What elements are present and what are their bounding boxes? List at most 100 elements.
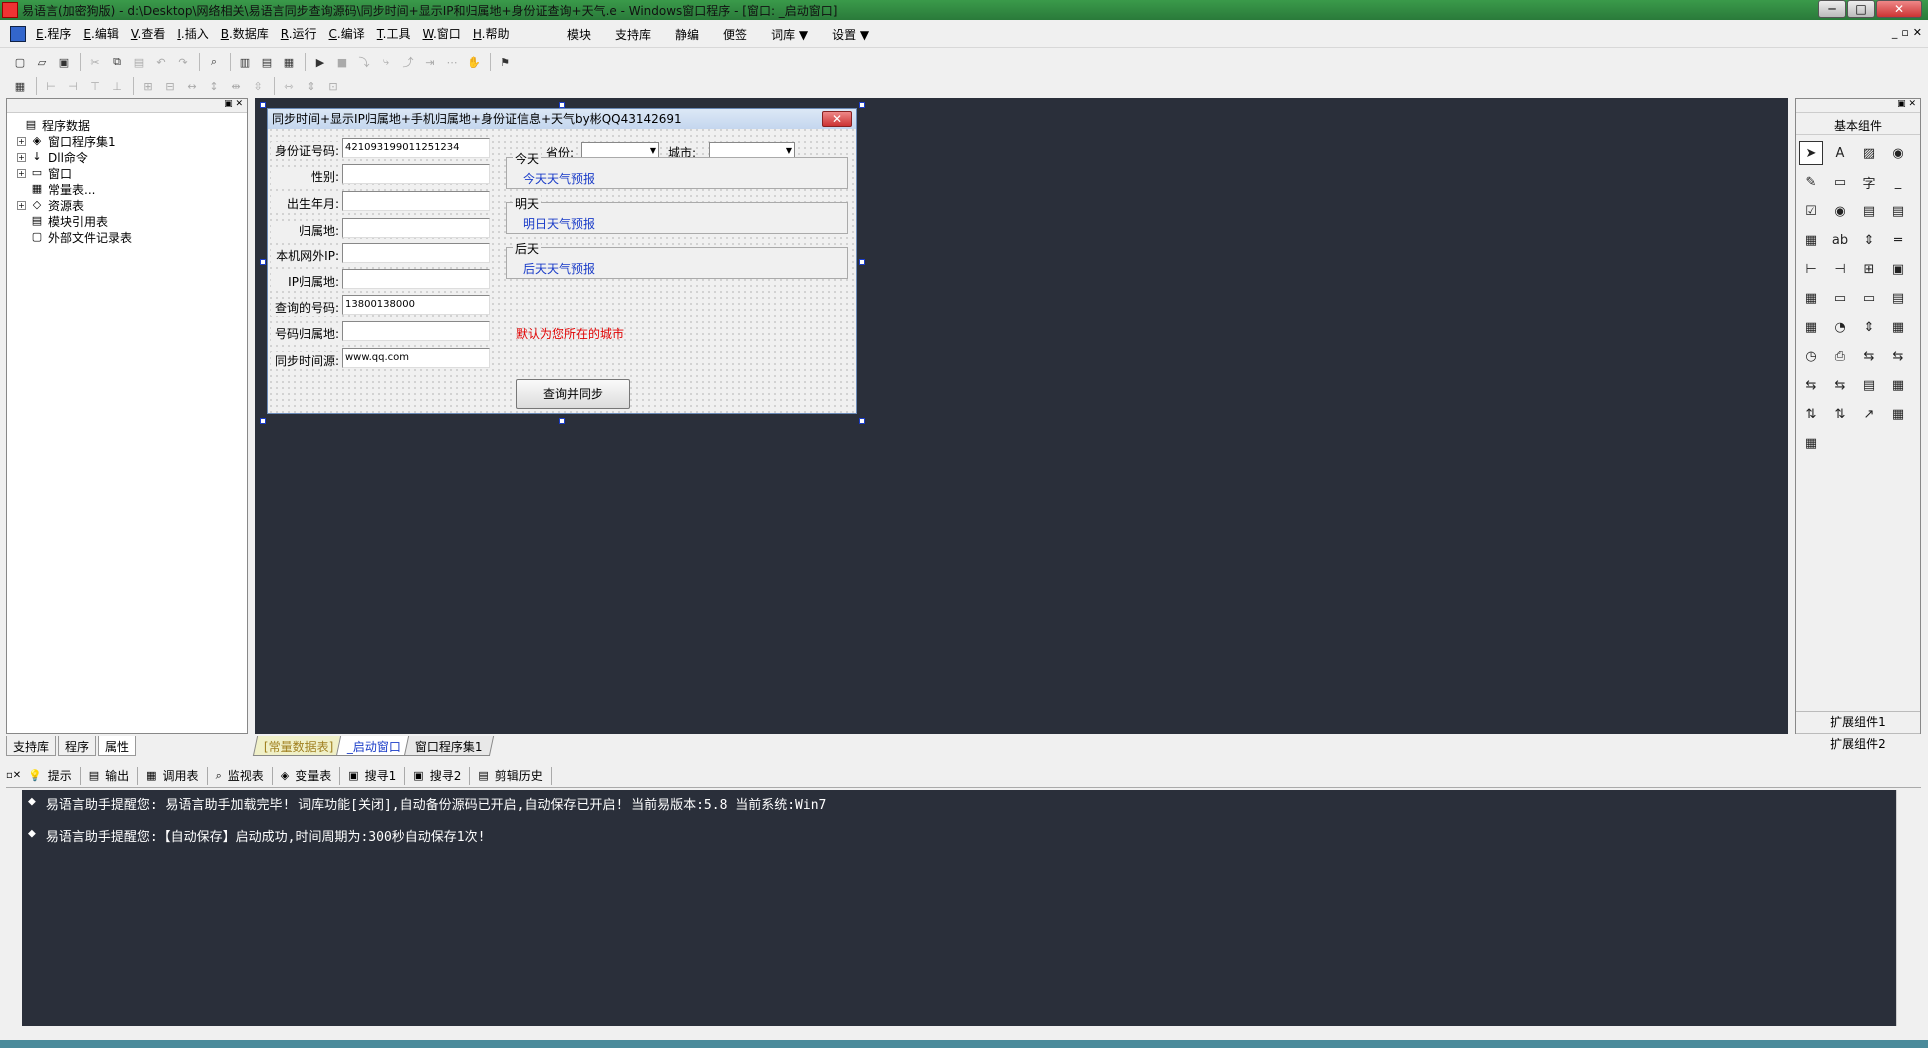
run-to-cursor-icon[interactable]: ⇥ — [420, 53, 440, 71]
maximize-button[interactable]: □ — [1847, 0, 1875, 18]
same-width-icon[interactable]: ↔ — [182, 77, 202, 95]
menu-item[interactable]: V.查看 — [125, 25, 172, 42]
menu-item[interactable]: H.帮助 — [467, 25, 516, 42]
menu-item[interactable]: W.窗口 — [416, 25, 466, 42]
component-icon[interactable]: ▤ — [1857, 373, 1881, 397]
layout1-icon[interactable]: ▥ — [235, 53, 255, 71]
center-h-icon[interactable]: ⊞ — [138, 77, 158, 95]
component-icon[interactable]: ⇕ — [1857, 315, 1881, 339]
center-v-icon[interactable]: ⊟ — [160, 77, 180, 95]
ext-components-1[interactable]: 扩展组件1 — [1796, 711, 1920, 731]
pin-close-icon[interactable]: ▫✕ — [6, 770, 21, 781]
align-bottom-icon[interactable]: ⊥ — [107, 77, 127, 95]
menu-item-right[interactable]: 便签 — [711, 26, 759, 43]
space-h-icon[interactable]: ⇹ — [226, 77, 246, 95]
menu-item[interactable]: E.编辑 — [77, 25, 124, 42]
component-icon[interactable]: ⇆ — [1886, 344, 1910, 368]
field-input[interactable] — [342, 321, 490, 341]
bottom-tab[interactable]: ▤ 剪辑历史 — [470, 766, 552, 785]
component-icon[interactable]: ▤ — [1857, 199, 1881, 223]
undo-icon[interactable]: ↶ — [151, 53, 171, 71]
size-both-icon[interactable]: ⊡ — [323, 77, 343, 95]
tree-item[interactable]: + ▭ 窗口 — [11, 165, 243, 181]
component-icon[interactable]: ▨ — [1857, 141, 1881, 165]
left-tab[interactable]: 属性 — [98, 736, 137, 756]
tree-expander[interactable]: + — [17, 136, 26, 146]
component-icon[interactable]: ▦ — [1799, 431, 1823, 455]
component-icon[interactable]: ▦ — [1886, 315, 1910, 339]
breakpoint-icon[interactable]: ⋯ — [442, 53, 462, 71]
align-left-icon[interactable]: ⊢ — [41, 77, 61, 95]
tree-item[interactable]: ▦ 常量表... — [11, 181, 243, 197]
left-tab[interactable]: 支持库 — [6, 736, 57, 756]
menu-item[interactable]: I.插入 — [171, 25, 214, 42]
bottom-tab[interactable]: ▤ 输出 — [81, 766, 139, 785]
panel-pin-close[interactable]: ▣ ✕ — [7, 99, 247, 113]
component-icon[interactable]: ◉ — [1828, 199, 1852, 223]
component-icon[interactable]: ⎙ — [1828, 344, 1852, 368]
copy-icon[interactable]: ⧉ — [107, 53, 127, 71]
query-sync-button[interactable]: 查询并同步 — [516, 379, 630, 409]
helper-icon[interactable]: ⚑ — [495, 53, 515, 71]
redo-icon[interactable]: ↷ — [173, 53, 193, 71]
component-icon[interactable]: ab — [1828, 228, 1852, 252]
component-icon[interactable]: ═ — [1886, 228, 1910, 252]
component-icon[interactable]: ↗ — [1857, 402, 1881, 426]
left-tab[interactable]: 程序 — [58, 736, 97, 756]
field-input[interactable]: www.qq.com — [342, 348, 490, 368]
tree-item[interactable]: + ◈ 窗口程序集1 — [11, 133, 243, 149]
align-right-icon[interactable]: ⊣ — [63, 77, 83, 95]
field-input[interactable]: 421093199011251234 — [342, 138, 490, 158]
component-icon[interactable]: ☑ — [1799, 199, 1823, 223]
layout3-icon[interactable]: ▦ — [279, 53, 299, 71]
layout2-icon[interactable]: ▤ — [257, 53, 277, 71]
menu-item-right[interactable]: 模块 — [555, 26, 603, 43]
open-file-icon[interactable]: ▱ — [32, 53, 52, 71]
resize-handle[interactable] — [559, 418, 565, 424]
component-icon[interactable]: ▣ — [1886, 257, 1910, 281]
component-icon[interactable]: ⊣ — [1828, 257, 1852, 281]
designed-form[interactable]: 同步时间+显示IP归属地+手机归属地+身份证信息+天气by彬QQ43142691… — [267, 108, 857, 414]
tree-item[interactable]: + ◇ 资源表 — [11, 197, 243, 213]
designer-tab[interactable]: [常量数据表] — [252, 736, 345, 756]
menu-item-right[interactable]: 设置 ▼ — [820, 26, 881, 43]
menu-item[interactable]: E.程序 — [30, 25, 77, 42]
cut-icon[interactable]: ✂ — [85, 53, 105, 71]
menu-item[interactable]: T.工具 — [371, 25, 417, 42]
title-bar[interactable]: 易语言(加密狗版) - d:\Desktop\网络相关\易语言同步查询源码\同步… — [0, 0, 1928, 20]
tree-item[interactable]: ▤ 程序数据 — [11, 117, 243, 133]
mdi-minimize-button[interactable]: _ — [1892, 26, 1898, 39]
resize-handle[interactable] — [260, 259, 266, 265]
grid-icon[interactable]: ▦ — [10, 77, 30, 95]
field-input[interactable] — [342, 218, 490, 238]
component-icon[interactable]: ⇆ — [1857, 344, 1881, 368]
menu-item[interactable]: R.运行 — [275, 25, 323, 42]
panel-pin-close[interactable]: ▣ ✕ — [1796, 99, 1920, 113]
component-icon[interactable]: 字 — [1857, 170, 1881, 194]
field-input[interactable] — [342, 243, 490, 263]
space-v-icon[interactable]: ⇳ — [248, 77, 268, 95]
bottom-tab[interactable]: ▣ 搜寻1 — [340, 766, 406, 785]
basic-components-title[interactable]: 基本组件 — [1796, 117, 1920, 135]
paste-icon[interactable]: ▤ — [129, 53, 149, 71]
component-icon[interactable]: ⇆ — [1799, 373, 1823, 397]
field-input[interactable] — [342, 164, 490, 184]
menu-item-right[interactable]: 支持库 — [603, 26, 663, 43]
save-icon[interactable]: ▣ — [54, 53, 74, 71]
size-v-icon[interactable]: ⇕ — [301, 77, 321, 95]
resize-handle[interactable] — [260, 418, 266, 424]
form-close-button[interactable]: ✕ — [822, 111, 852, 127]
component-icon[interactable]: ▤ — [1886, 199, 1910, 223]
resize-handle[interactable] — [859, 102, 865, 108]
mdi-restore-button[interactable]: ▫ — [1901, 26, 1908, 39]
component-icon[interactable]: ⇆ — [1828, 373, 1852, 397]
component-icon[interactable]: ▦ — [1799, 228, 1823, 252]
field-input[interactable] — [342, 269, 490, 289]
align-top-icon[interactable]: ⊤ — [85, 77, 105, 95]
component-icon[interactable]: ✎ — [1799, 170, 1823, 194]
step-into-icon[interactable]: ⤵ — [354, 53, 374, 71]
tree-expander[interactable]: + — [17, 200, 26, 210]
field-input[interactable] — [342, 191, 490, 211]
designer-tab[interactable]: 窗口程序集1 — [404, 736, 495, 756]
output-scrollbar[interactable] — [1896, 790, 1914, 1026]
